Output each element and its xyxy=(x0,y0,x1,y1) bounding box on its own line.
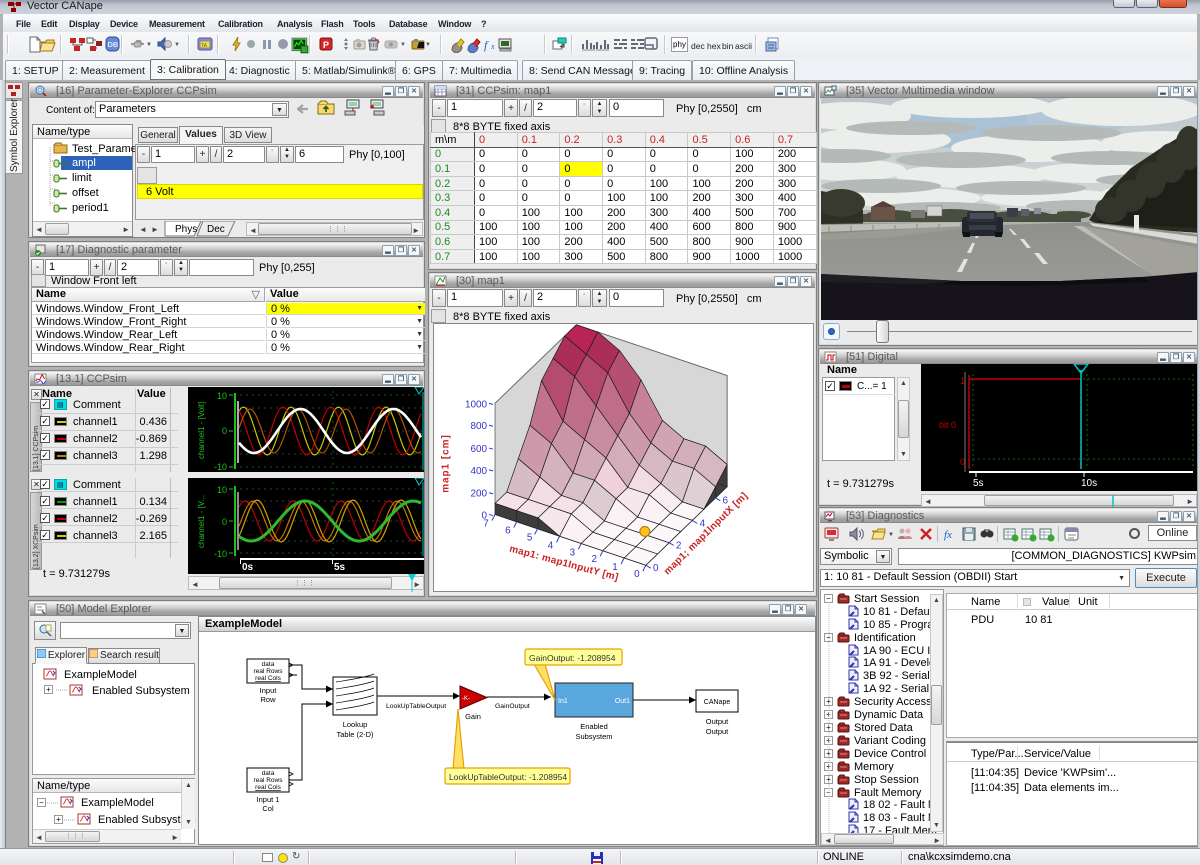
svg-text:400: 400 xyxy=(470,466,487,477)
svg-text:Input: Input xyxy=(260,686,278,695)
svg-text:TA: TA xyxy=(201,43,208,49)
svg-text:5: 5 xyxy=(527,532,533,543)
svg-text:Row: Row xyxy=(260,695,276,704)
svg-text:2: 2 xyxy=(591,554,597,565)
svg-text:data: data xyxy=(262,770,275,777)
svg-text:-K-: -K- xyxy=(462,696,470,702)
svg-text:0: 0 xyxy=(653,563,659,574)
svg-text:-10: -10 xyxy=(214,549,227,558)
svg-text:CANape: CANape xyxy=(704,699,731,706)
svg-text:LookUpTableOutput: -1.208954: LookUpTableOutput: -1.208954 xyxy=(449,772,567,782)
svg-text:Input 1: Input 1 xyxy=(257,795,280,804)
svg-text:GainOutput: GainOutput xyxy=(495,703,530,710)
svg-text:real Rows: real Rows xyxy=(254,668,284,675)
svg-text:real Rows: real Rows xyxy=(254,777,284,784)
svg-text:Output: Output xyxy=(706,717,729,726)
svg-text:1: 1 xyxy=(960,376,965,386)
svg-text:real Cols: real Cols xyxy=(255,675,281,682)
svg-text:f: f xyxy=(484,38,489,52)
svg-text:data: data xyxy=(262,661,275,668)
svg-text:Out1: Out1 xyxy=(615,698,630,705)
svg-text:0: 0 xyxy=(222,517,227,527)
svg-text:200: 200 xyxy=(470,489,487,500)
svg-text:x: x xyxy=(490,42,495,51)
svg-text:10s: 10s xyxy=(1081,478,1097,489)
svg-text:Output: Output xyxy=(706,727,729,736)
svg-text:Col: Col xyxy=(262,804,274,813)
svg-text:10: 10 xyxy=(217,391,227,401)
svg-text:0: 0 xyxy=(634,569,640,580)
svg-text:DB: DB xyxy=(108,40,119,49)
svg-text:channel1 - [V...: channel1 - [V... xyxy=(197,495,206,548)
svg-text:0: 0 xyxy=(960,457,965,467)
svg-text:Enabled: Enabled xyxy=(580,722,608,731)
svg-text:Subsystem: Subsystem xyxy=(575,732,612,741)
svg-text:7: 7 xyxy=(483,518,489,529)
svg-text:LookUpTableOutput: LookUpTableOutput xyxy=(386,703,446,710)
svg-text:channel1 - [Volt]: channel1 - [Volt] xyxy=(197,402,206,459)
svg-text:Table (2-D): Table (2-D) xyxy=(336,730,374,739)
svg-text:In1: In1 xyxy=(558,698,568,705)
svg-text:1000: 1000 xyxy=(465,399,488,410)
svg-text:fx: fx xyxy=(944,529,952,541)
svg-text:Phys: Phys xyxy=(175,224,197,235)
svg-text:bit 0: bit 0 xyxy=(939,420,956,430)
svg-text:6: 6 xyxy=(505,525,511,536)
svg-text:0: 0 xyxy=(222,426,227,436)
svg-text:4: 4 xyxy=(548,540,554,551)
svg-text:real Cols: real Cols xyxy=(255,784,281,791)
svg-text:Gain: Gain xyxy=(465,712,481,721)
svg-text:Lookup: Lookup xyxy=(343,720,368,729)
svg-text:-10: -10 xyxy=(214,462,227,472)
svg-text:P: P xyxy=(323,40,329,50)
svg-text:3: 3 xyxy=(570,547,576,558)
svg-text:map1 [cm]: map1 [cm] xyxy=(440,434,451,492)
svg-text:GainOutput: -1.208954: GainOutput: -1.208954 xyxy=(529,653,616,663)
svg-text:10: 10 xyxy=(217,485,227,495)
svg-text:Dec: Dec xyxy=(207,224,225,235)
svg-text:5s: 5s xyxy=(973,478,984,489)
svg-text:800: 800 xyxy=(470,421,487,432)
svg-text:600: 600 xyxy=(470,444,487,455)
